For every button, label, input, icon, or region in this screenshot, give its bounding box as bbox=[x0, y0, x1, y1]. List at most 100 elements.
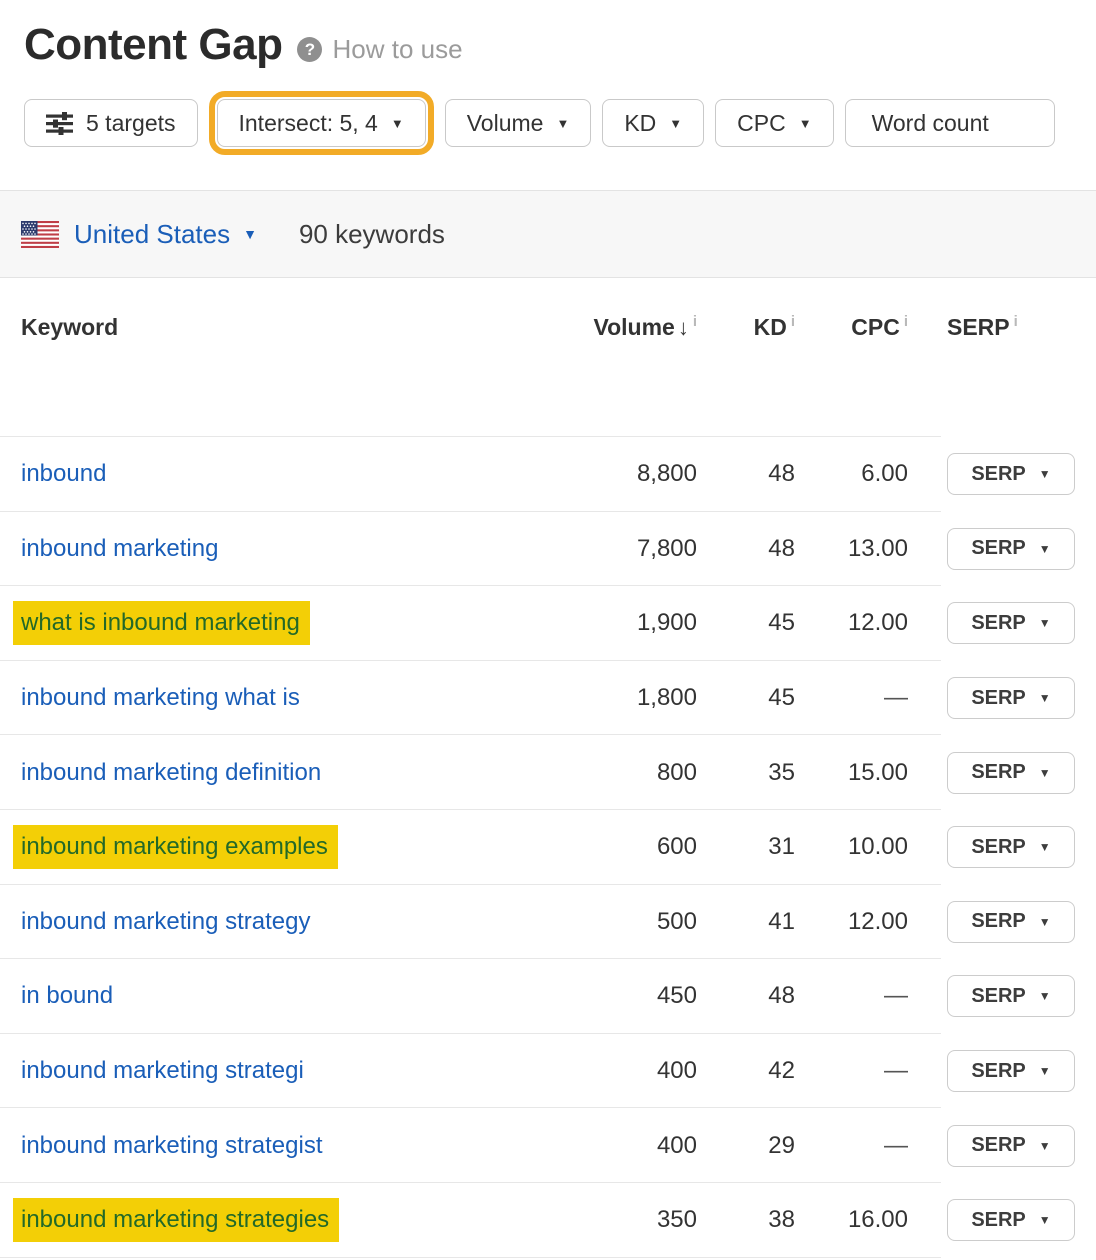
chevron-down-icon: ▼ bbox=[391, 117, 404, 130]
cpc-cell: 12.00 bbox=[795, 609, 908, 637]
table-row: what is inbound marketing 1,900 45 12.00… bbox=[0, 586, 1096, 661]
targets-button-label: 5 targets bbox=[86, 110, 176, 137]
keyword-link[interactable]: what is inbound marketing bbox=[13, 601, 310, 645]
serp-button-label: SERP bbox=[971, 1060, 1025, 1083]
serp-cell: SERP ▼ bbox=[947, 752, 1075, 794]
keyword-link[interactable]: inbound marketing strategi bbox=[21, 1057, 304, 1084]
keyword-link[interactable]: inbound marketing strategist bbox=[21, 1132, 323, 1159]
targets-button[interactable]: 5 targets bbox=[24, 99, 198, 147]
serp-button[interactable]: SERP ▼ bbox=[947, 602, 1075, 644]
serp-button[interactable]: SERP ▼ bbox=[947, 528, 1075, 570]
kd-cell: 48 bbox=[697, 982, 795, 1010]
intersect-button[interactable]: Intersect: 5, 4 ▼ bbox=[217, 99, 426, 147]
info-icon[interactable]: i bbox=[904, 313, 908, 330]
table-row: inbound marketing strategy 500 41 12.00 … bbox=[0, 885, 1096, 960]
cpc-filter-label: CPC bbox=[737, 110, 786, 137]
serp-cell: SERP ▼ bbox=[947, 1199, 1075, 1241]
keyword-cell: what is inbound marketing bbox=[21, 609, 557, 637]
serp-button[interactable]: SERP ▼ bbox=[947, 752, 1075, 794]
country-selector[interactable]: United States ▼ bbox=[74, 219, 257, 250]
info-icon[interactable]: i bbox=[693, 313, 697, 330]
serp-cell: SERP ▼ bbox=[947, 901, 1075, 943]
serp-button-label: SERP bbox=[971, 1209, 1025, 1232]
keyword-link[interactable]: inbound bbox=[21, 460, 106, 487]
keywords-table: Keyword Volume↓i KDi CPCi SERPi inbound … bbox=[0, 278, 1096, 1258]
serp-button-label: SERP bbox=[971, 612, 1025, 635]
cpc-cell: 10.00 bbox=[795, 833, 908, 861]
chevron-down-icon: ▼ bbox=[1039, 990, 1051, 1002]
keyword-link[interactable]: inbound marketing bbox=[21, 535, 218, 562]
serp-button[interactable]: SERP ▼ bbox=[947, 826, 1075, 868]
volume-cell: 8,800 bbox=[557, 460, 697, 488]
keyword-link[interactable]: inbound marketing definition bbox=[21, 759, 321, 786]
serp-button-label: SERP bbox=[971, 537, 1025, 560]
content-gap-page: Content Gap ? How to use 5 targets Inter… bbox=[0, 0, 1096, 1260]
keyword-link[interactable]: inbound marketing strategy bbox=[21, 908, 311, 935]
serp-button[interactable]: SERP ▼ bbox=[947, 1050, 1075, 1092]
kd-cell: 38 bbox=[697, 1206, 795, 1234]
keyword-cell: inbound marketing strategist bbox=[21, 1132, 557, 1160]
info-icon[interactable]: i bbox=[791, 313, 795, 330]
page-header: Content Gap ? How to use bbox=[0, 0, 1096, 70]
column-header-kd[interactable]: KDi bbox=[697, 314, 795, 341]
serp-cell: SERP ▼ bbox=[947, 602, 1075, 644]
keyword-cell: in bound bbox=[21, 982, 557, 1010]
column-header-volume[interactable]: Volume↓i bbox=[557, 314, 697, 341]
us-flag-icon bbox=[21, 221, 59, 248]
table-row: inbound marketing what is 1,800 45 — SER… bbox=[0, 661, 1096, 736]
keyword-link[interactable]: in bound bbox=[21, 982, 113, 1009]
table-header: Keyword Volume↓i KDi CPCi SERPi bbox=[0, 278, 1096, 437]
chevron-down-icon: ▼ bbox=[669, 117, 682, 130]
volume-cell: 450 bbox=[557, 982, 697, 1010]
serp-button[interactable]: SERP ▼ bbox=[947, 677, 1075, 719]
table-row: inbound marketing strategies 350 38 16.0… bbox=[0, 1183, 1096, 1258]
volume-cell: 1,800 bbox=[557, 684, 697, 712]
keyword-cell: inbound marketing strategy bbox=[21, 908, 557, 936]
country-bar: United States ▼ 90 keywords bbox=[0, 190, 1096, 278]
serp-cell: SERP ▼ bbox=[947, 528, 1075, 570]
keyword-cell: inbound marketing bbox=[21, 535, 557, 563]
column-header-keyword[interactable]: Keyword bbox=[21, 314, 557, 341]
info-icon[interactable]: i bbox=[1014, 313, 1018, 330]
column-header-serp: SERPi bbox=[908, 314, 1075, 341]
word-count-filter-label: Word count bbox=[872, 110, 989, 137]
serp-cell: SERP ▼ bbox=[947, 453, 1075, 495]
serp-button[interactable]: SERP ▼ bbox=[947, 453, 1075, 495]
cpc-cell: 16.00 bbox=[795, 1206, 908, 1234]
column-header-cpc[interactable]: CPCi bbox=[795, 314, 908, 341]
kd-cell: 48 bbox=[697, 535, 795, 563]
word-count-filter-button[interactable]: Word count bbox=[845, 99, 1055, 147]
table-row: inbound 8,800 48 6.00 SERP ▼ bbox=[0, 437, 1096, 512]
serp-cell: SERP ▼ bbox=[947, 1050, 1075, 1092]
cpc-cell: 13.00 bbox=[795, 535, 908, 563]
serp-button[interactable]: SERP ▼ bbox=[947, 901, 1075, 943]
keyword-cell: inbound marketing examples bbox=[21, 833, 557, 861]
kd-filter-button[interactable]: KD ▼ bbox=[602, 99, 704, 147]
keyword-link[interactable]: inbound marketing strategies bbox=[13, 1198, 339, 1242]
keyword-cell: inbound marketing what is bbox=[21, 684, 557, 712]
serp-button[interactable]: SERP ▼ bbox=[947, 1125, 1075, 1167]
country-selector-label: United States bbox=[74, 219, 230, 250]
chevron-down-icon: ▼ bbox=[1039, 543, 1051, 555]
table-row: inbound marketing strategist 400 29 — SE… bbox=[0, 1108, 1096, 1183]
table-row: in bound 450 48 — SERP ▼ bbox=[0, 959, 1096, 1034]
serp-cell: SERP ▼ bbox=[947, 677, 1075, 719]
intersect-button-label: Intersect: 5, 4 bbox=[239, 110, 378, 137]
serp-button-label: SERP bbox=[971, 910, 1025, 933]
cpc-filter-button[interactable]: CPC ▼ bbox=[715, 99, 833, 147]
keyword-link[interactable]: inbound marketing examples bbox=[13, 825, 338, 869]
question-mark-icon: ? bbox=[297, 37, 322, 62]
help-link-label: How to use bbox=[332, 34, 462, 65]
cpc-cell: — bbox=[795, 1132, 908, 1160]
sort-desc-icon: ↓ bbox=[678, 315, 689, 340]
volume-cell: 350 bbox=[557, 1206, 697, 1234]
volume-filter-button[interactable]: Volume ▼ bbox=[445, 99, 592, 147]
serp-button[interactable]: SERP ▼ bbox=[947, 1199, 1075, 1241]
volume-cell: 400 bbox=[557, 1132, 697, 1160]
chevron-down-icon: ▼ bbox=[1039, 1214, 1051, 1226]
keyword-link[interactable]: inbound marketing what is bbox=[21, 684, 300, 711]
chevron-down-icon: ▼ bbox=[1039, 1140, 1051, 1152]
cpc-cell: 6.00 bbox=[795, 460, 908, 488]
help-link[interactable]: ? How to use bbox=[297, 34, 462, 65]
serp-button[interactable]: SERP ▼ bbox=[947, 975, 1075, 1017]
